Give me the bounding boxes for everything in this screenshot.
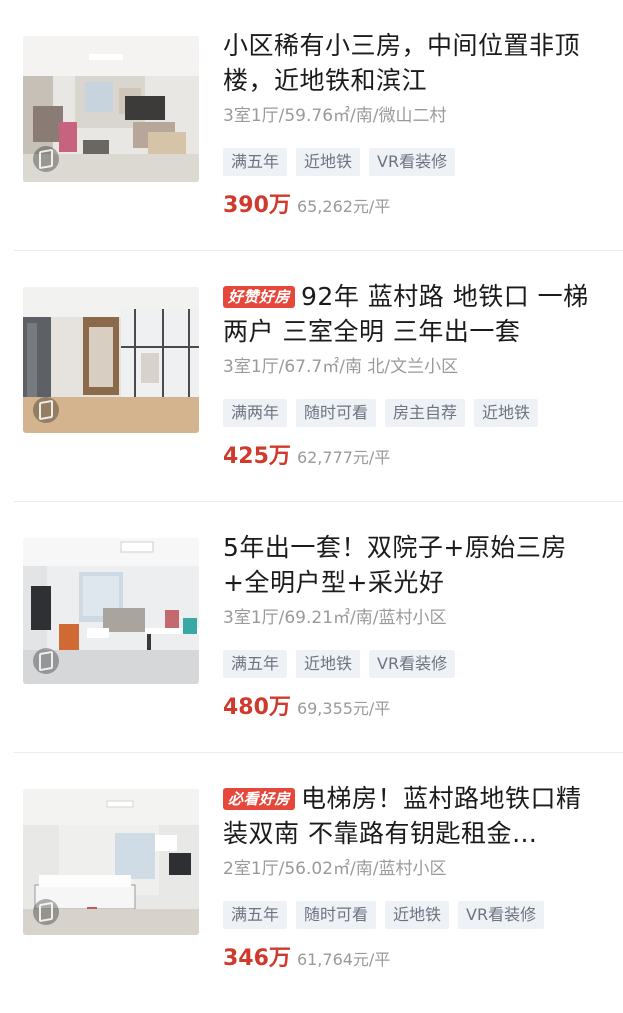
listing-photo[interactable] <box>23 287 199 433</box>
unit-price: 65,262元/平 <box>296 197 391 216</box>
listing-meta: 3室1厅/59.76㎡/南/微山二村 <box>223 106 447 126</box>
listing-info: 好赞好房 92年 蓝村路 地铁口 一梯两户 三室全明 三年出一套 3室1厅/67.… <box>223 279 603 469</box>
tag: VR看装修 <box>369 148 456 176</box>
listing-info: 必看好房 电梯房！蓝村路地铁口精装双南 不靠路有钥匙租金… 2室1厅/56.02㎡… <box>223 781 603 971</box>
vr-panorama-icon <box>33 146 59 172</box>
listing-photo[interactable] <box>23 538 199 684</box>
listing-list: 小区稀有小三房，中间位置非顶楼，近地铁和滨江 3室1厅/59.76㎡/南/微山二… <box>0 0 623 1004</box>
listing-meta: 3室1厅/69.21㎡/南/蓝村小区 <box>223 608 447 628</box>
tag: 房主自荐 <box>385 399 466 427</box>
tag: 满五年 <box>223 901 288 929</box>
tag: 满两年 <box>223 399 288 427</box>
listing-card[interactable]: 5年出一套！双院子+原始三房+全明户型+采光好 3室1厅/69.21㎡/南/蓝村… <box>14 502 623 753</box>
listing-title[interactable]: 必看好房 电梯房！蓝村路地铁口精装双南 不靠路有钥匙租金… <box>223 781 603 851</box>
price-row: 425万 62,777元/平 <box>223 438 603 469</box>
listing-tags: 满五年 随时可看 近地铁 VR看装修 <box>223 901 603 929</box>
price-row: 346万 61,764元/平 <box>223 940 603 971</box>
unit-price: 69,355元/平 <box>296 699 391 718</box>
listing-tags: 满五年 近地铁 VR看装修 <box>223 148 603 176</box>
listing-title[interactable]: 小区稀有小三房，中间位置非顶楼，近地铁和滨江 <box>223 28 603 98</box>
listing-card[interactable]: 小区稀有小三房，中间位置非顶楼，近地铁和滨江 3室1厅/59.76㎡/南/微山二… <box>14 0 623 251</box>
listing-meta: 2室1厅/56.02㎡/南/蓝村小区 <box>223 859 447 879</box>
price-row: 390万 65,262元/平 <box>223 187 603 218</box>
tag: VR看装修 <box>369 650 456 678</box>
vr-panorama-icon <box>33 648 59 674</box>
tag: 满五年 <box>223 148 288 176</box>
listing-card[interactable]: 必看好房 电梯房！蓝村路地铁口精装双南 不靠路有钥匙租金… 2室1厅/56.02㎡… <box>14 753 623 1004</box>
price-row: 480万 69,355元/平 <box>223 689 603 720</box>
total-price: 425万 <box>223 444 291 469</box>
listing-info: 小区稀有小三房，中间位置非顶楼，近地铁和滨江 3室1厅/59.76㎡/南/微山二… <box>223 28 603 218</box>
promo-badge: 必看好房 <box>223 788 296 810</box>
listing-card[interactable]: 好赞好房 92年 蓝村路 地铁口 一梯两户 三室全明 三年出一套 3室1厅/67.… <box>14 251 623 502</box>
listing-title[interactable]: 5年出一套！双院子+原始三房+全明户型+采光好 <box>223 530 603 600</box>
listing-photo[interactable] <box>23 789 199 935</box>
tag: 随时可看 <box>296 399 377 427</box>
tag: 近地铁 <box>474 399 539 427</box>
listing-info: 5年出一套！双院子+原始三房+全明户型+采光好 3室1厅/69.21㎡/南/蓝村… <box>223 530 603 720</box>
listing-meta: 3室1厅/67.7㎡/南 北/文兰小区 <box>223 357 459 377</box>
unit-price: 62,777元/平 <box>296 448 391 467</box>
tag: 满五年 <box>223 650 288 678</box>
vr-panorama-icon <box>33 397 59 423</box>
vr-panorama-icon <box>33 899 59 925</box>
listing-photo[interactable] <box>23 36 199 182</box>
total-price: 390万 <box>223 193 291 218</box>
tag: 近地铁 <box>296 650 361 678</box>
listing-tags: 满五年 近地铁 VR看装修 <box>223 650 603 678</box>
listing-title[interactable]: 好赞好房 92年 蓝村路 地铁口 一梯两户 三室全明 三年出一套 <box>223 279 603 349</box>
total-price: 346万 <box>223 946 291 971</box>
tag: 随时可看 <box>296 901 377 929</box>
promo-badge: 好赞好房 <box>223 286 296 308</box>
tag: 近地铁 <box>296 148 361 176</box>
unit-price: 61,764元/平 <box>296 950 391 969</box>
total-price: 480万 <box>223 695 291 720</box>
tag: 近地铁 <box>385 901 450 929</box>
listing-tags: 满两年 随时可看 房主自荐 近地铁 <box>223 399 603 427</box>
tag: VR看装修 <box>458 901 545 929</box>
